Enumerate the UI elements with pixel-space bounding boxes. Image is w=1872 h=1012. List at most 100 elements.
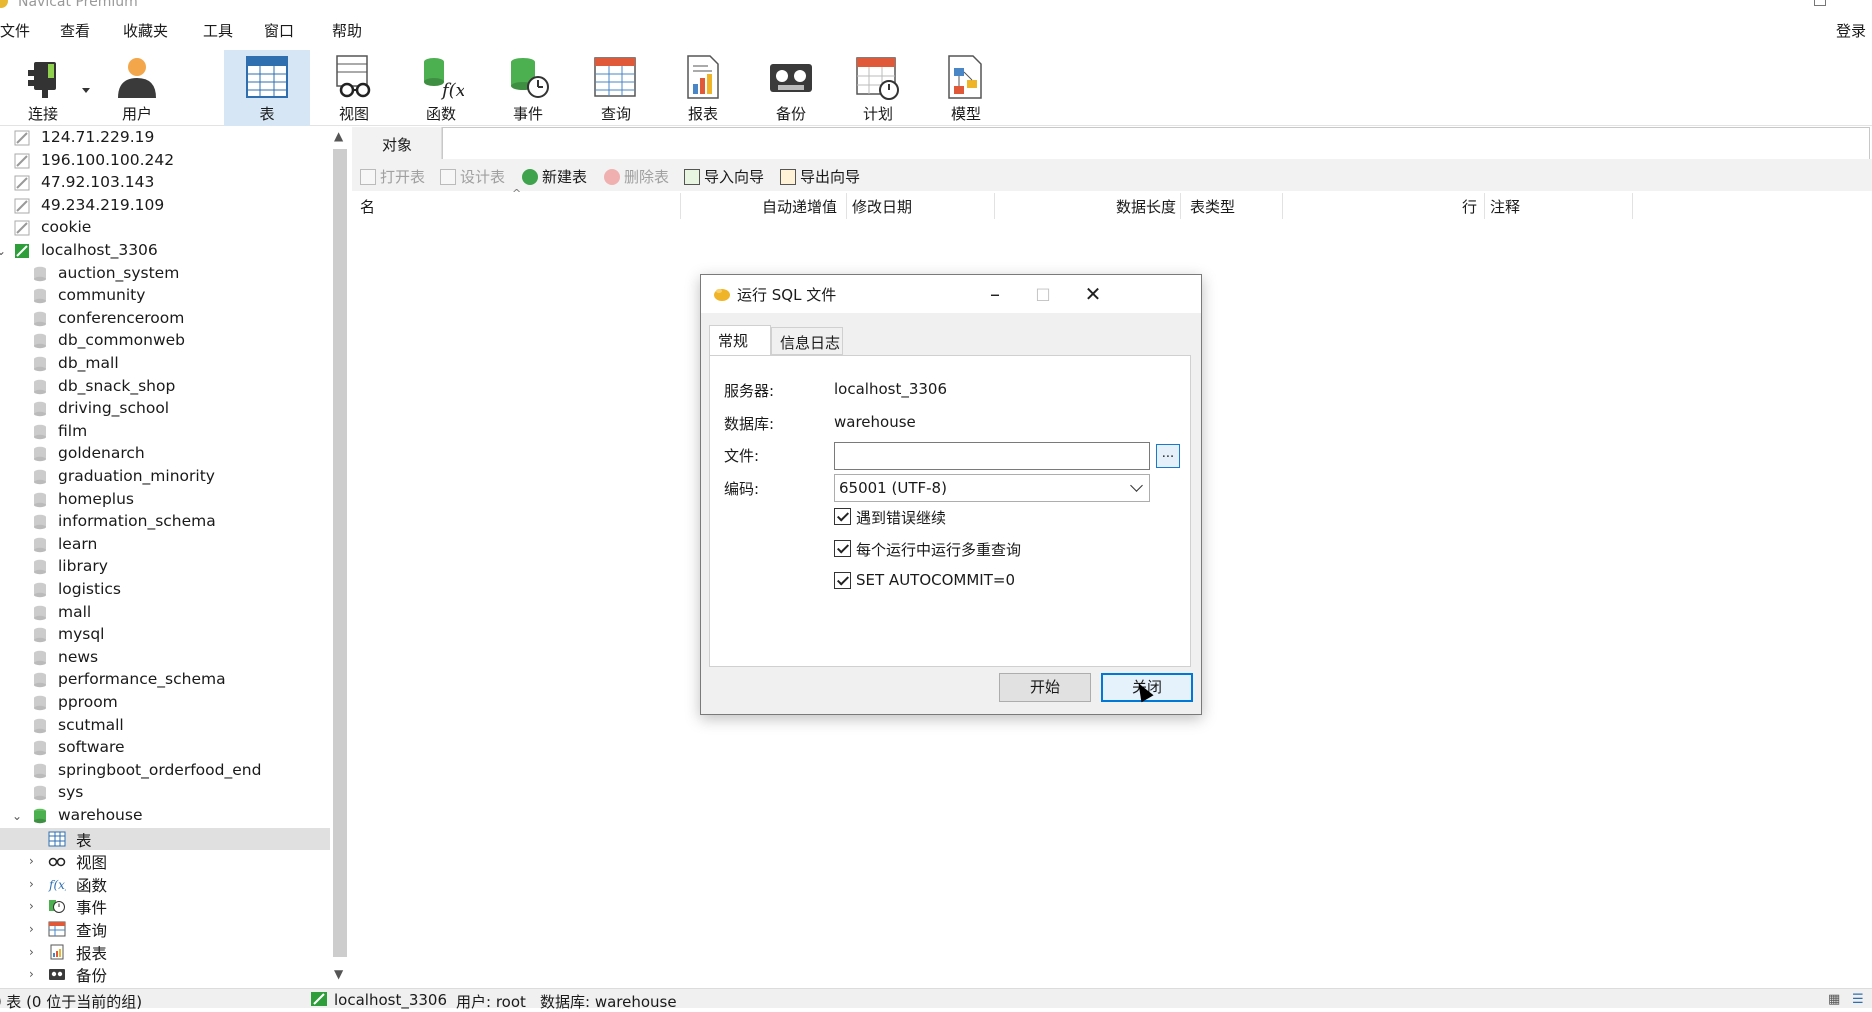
database-item[interactable]: community (0, 285, 330, 307)
column-divider[interactable] (1484, 193, 1485, 219)
col-comment[interactable]: 注释 (1490, 196, 1520, 217)
new-table-button[interactable]: 新建表 (522, 166, 587, 187)
tool-backup[interactable]: 备份 (748, 50, 834, 126)
connection-item[interactable]: 47.92.103.143 (0, 172, 330, 194)
db-child-item[interactable]: › 查询 (0, 918, 330, 940)
login-link[interactable]: 登录 (1836, 20, 1866, 41)
db-child-item[interactable]: › 视图 (0, 850, 330, 872)
connection-item[interactable]: cookie (0, 217, 330, 239)
menu-help[interactable]: 帮助 (332, 20, 362, 41)
grid-view-icon[interactable]: ▦ (1828, 992, 1840, 1007)
database-item[interactable]: auction_system (0, 263, 330, 285)
database-item[interactable]: film (0, 421, 330, 443)
scroll-up-icon[interactable]: ▲ (334, 129, 343, 143)
connection-item[interactable]: 196.100.100.242 (0, 150, 330, 172)
database-item[interactable]: software (0, 737, 330, 759)
list-view-icon[interactable]: ☰ (1852, 992, 1864, 1007)
tool-user[interactable]: 用户 (94, 50, 180, 126)
minimize-icon[interactable]: – (975, 279, 1015, 309)
chevron-down-icon[interactable]: ⌄ (12, 809, 22, 823)
tool-model[interactable]: 模型 (923, 50, 1009, 126)
database-item[interactable]: goldenarch (0, 443, 330, 465)
database-item[interactable]: graduation_minority (0, 466, 330, 488)
tool-view[interactable]: 视图 (311, 50, 397, 126)
export-wizard-button[interactable]: 导出向导 (780, 166, 860, 187)
column-divider[interactable] (846, 193, 847, 219)
scroll-thumb[interactable] (333, 149, 347, 957)
database-item[interactable]: mysql (0, 624, 330, 646)
chevron-right-icon[interactable]: › (29, 922, 34, 936)
database-item[interactable]: sys (0, 782, 330, 804)
column-divider[interactable] (680, 193, 681, 219)
database-item[interactable]: news (0, 647, 330, 669)
database-item-open[interactable]: ⌄ warehouse (0, 805, 330, 827)
database-item[interactable]: library (0, 556, 330, 578)
tool-event[interactable]: 事件 (485, 50, 571, 126)
file-input[interactable] (834, 442, 1150, 470)
start-button[interactable]: 开始 (999, 673, 1091, 702)
database-item[interactable]: db_mall (0, 353, 330, 375)
chevron-right-icon[interactable]: › (29, 899, 34, 913)
database-item[interactable]: mall (0, 602, 330, 624)
tool-query[interactable]: 查询 (573, 50, 659, 126)
col-name[interactable]: 名 (360, 196, 375, 217)
connection-item[interactable]: 49.234.219.109 (0, 195, 330, 217)
import-wizard-button[interactable]: 导入向导 (684, 166, 764, 187)
scroll-down-icon[interactable]: ▼ (334, 967, 343, 981)
col-modified-date[interactable]: 修改日期 (852, 196, 912, 217)
chevron-down-icon[interactable]: ⌄ (0, 244, 6, 258)
menu-favorites[interactable]: 收藏夹 (123, 20, 168, 41)
menu-view[interactable]: 查看 (60, 20, 90, 41)
close-icon[interactable]: ✕ (1073, 279, 1113, 309)
chevron-right-icon[interactable]: › (29, 967, 34, 981)
column-divider[interactable] (1282, 193, 1283, 219)
tab-objects[interactable]: 对象 (352, 127, 442, 159)
db-child-item[interactable]: › 报表 (0, 941, 330, 963)
menu-tools[interactable]: 工具 (203, 20, 233, 41)
database-item[interactable]: springboot_orderfood_end (0, 760, 330, 782)
database-item[interactable]: logistics (0, 579, 330, 601)
chevron-right-icon[interactable]: › (29, 945, 34, 959)
db-child-item[interactable]: 表 (0, 827, 330, 850)
database-item[interactable]: information_schema (0, 511, 330, 533)
chevron-right-icon[interactable]: › (29, 877, 34, 891)
column-divider[interactable] (1180, 193, 1181, 219)
database-item[interactable]: learn (0, 534, 330, 556)
database-item[interactable]: pproom (0, 692, 330, 714)
db-child-item[interactable]: › 事件 (0, 895, 330, 917)
column-divider[interactable] (994, 193, 995, 219)
menu-file[interactable]: 文件 (0, 20, 30, 41)
browse-file-button[interactable]: ... (1156, 444, 1180, 468)
col-auto-increment[interactable]: 自动递增值 (762, 196, 837, 217)
database-item[interactable]: conferenceroom (0, 308, 330, 330)
menu-window[interactable]: 窗口 (264, 20, 294, 41)
tool-schedule[interactable]: 计划 (835, 50, 921, 126)
database-item[interactable]: performance_schema (0, 669, 330, 691)
database-item[interactable]: db_commonweb (0, 330, 330, 352)
connection-item-open[interactable]: ⌄ localhost_3306 (0, 240, 330, 262)
tool-connection[interactable]: 连接 (0, 50, 90, 126)
database-item[interactable]: db_snack_shop (0, 376, 330, 398)
database-item[interactable]: driving_school (0, 398, 330, 420)
db-child-item[interactable]: › 备份 (0, 963, 330, 985)
design-table-button[interactable]: 设计表 (440, 166, 505, 187)
connection-item[interactable]: 124.71.229.19 (0, 127, 330, 149)
encoding-select[interactable]: 65001 (UTF-8) (834, 474, 1150, 502)
delete-table-button[interactable]: 删除表 (604, 166, 669, 187)
connection-dropdown-arrow[interactable] (82, 88, 90, 93)
restore-window-button[interactable] (1814, 0, 1826, 6)
col-rows[interactable]: 行 (1462, 196, 1477, 217)
sidebar-scrollbar[interactable]: ▲ ▼ (330, 127, 350, 987)
tab-general[interactable]: 常规 (709, 325, 771, 356)
tool-report[interactable]: 报表 (660, 50, 746, 126)
database-item[interactable]: scutmall (0, 715, 330, 737)
col-data-length[interactable]: 数据长度 (1116, 196, 1176, 217)
chevron-right-icon[interactable]: › (29, 854, 34, 868)
open-table-button[interactable]: 打开表 (360, 166, 425, 187)
database-item[interactable]: homeplus (0, 489, 330, 511)
tab-message-log[interactable]: 信息日志 (771, 327, 843, 355)
col-table-type[interactable]: 表类型 (1190, 196, 1235, 217)
column-divider[interactable] (1632, 193, 1633, 219)
db-child-item[interactable]: › f(x) 函数 (0, 873, 330, 895)
tool-function[interactable]: f(x) 函数 (398, 50, 484, 126)
